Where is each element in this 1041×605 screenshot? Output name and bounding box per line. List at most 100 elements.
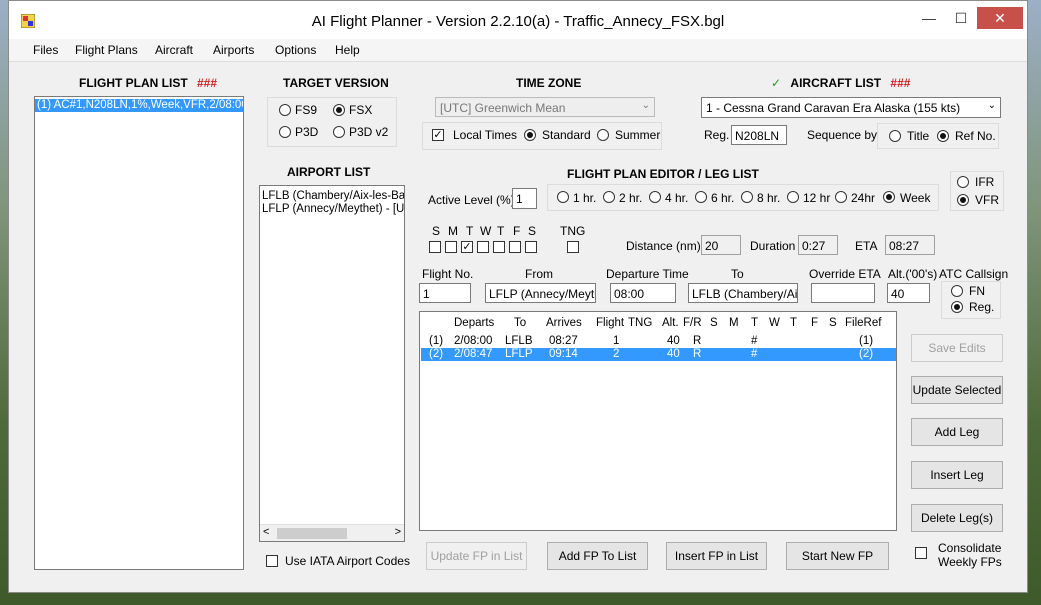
fs9-radio[interactable] bbox=[279, 104, 291, 116]
p3d-label: P3D bbox=[295, 125, 319, 139]
distance-label: Distance (nm) bbox=[626, 239, 701, 253]
day-tue-checkbox[interactable]: ✓ bbox=[461, 241, 473, 253]
insert-fp-button[interactable]: Insert FP in List bbox=[666, 542, 767, 570]
minimize-button[interactable]: — bbox=[913, 7, 945, 29]
tng-checkbox[interactable] bbox=[567, 241, 579, 253]
day-fri-checkbox[interactable] bbox=[509, 241, 521, 253]
day-label-m: M bbox=[448, 224, 458, 238]
interval-2hr-radio[interactable] bbox=[603, 191, 615, 203]
col-alt: Alt. bbox=[662, 317, 679, 329]
interval-1hr-radio[interactable] bbox=[557, 191, 569, 203]
flight-plan-item[interactable]: (1) AC#1,N208LN,1%,Week,VFR,2/08:00,LFLP… bbox=[35, 99, 243, 112]
consolidate-label-1: Consolidate bbox=[938, 541, 1002, 555]
maximize-button[interactable]: ☐ bbox=[945, 7, 977, 29]
airport-list[interactable]: LFLB (Chambery/Aix-les-Bains) LFLP (Anne… bbox=[259, 185, 405, 542]
interval-6hr-label: 6 hr. bbox=[711, 191, 735, 205]
update-fp-button[interactable]: Update FP in List bbox=[426, 542, 527, 570]
interval-12hr-radio[interactable] bbox=[787, 191, 799, 203]
flight-plan-list[interactable]: (1) AC#1,N208LN,1%,Week,VFR,2/08:00,LFLP… bbox=[34, 96, 244, 570]
day-thu-checkbox[interactable] bbox=[493, 241, 505, 253]
menu-options[interactable]: Options bbox=[275, 43, 316, 57]
to-input[interactable]: LFLB (Chambery/Aix-les-Bains) bbox=[688, 283, 798, 303]
override-eta-input[interactable] bbox=[811, 283, 875, 303]
local-times-checkbox[interactable]: ✓ bbox=[432, 129, 444, 141]
col-f: F bbox=[811, 317, 819, 329]
consolidate-checkbox[interactable] bbox=[915, 547, 927, 559]
interval-8hr-radio[interactable] bbox=[741, 191, 753, 203]
flight-no-input[interactable]: 1 bbox=[419, 283, 471, 303]
menu-flight-plans[interactable]: Flight Plans bbox=[75, 43, 138, 57]
day-sun-checkbox[interactable] bbox=[429, 241, 441, 253]
start-new-fp-button[interactable]: Start New FP bbox=[786, 542, 889, 570]
duration-value: 0:27 bbox=[798, 235, 838, 255]
title-bar[interactable]: AI Flight Planner - Version 2.2.10(a) - … bbox=[9, 1, 1027, 39]
delete-legs-button[interactable]: Delete Leg(s) bbox=[911, 504, 1003, 532]
menu-files[interactable]: Files bbox=[33, 43, 58, 57]
seq-title-radio[interactable] bbox=[889, 130, 901, 142]
scroll-left-icon[interactable]: < bbox=[263, 526, 269, 538]
seq-refno-label: Ref No. bbox=[955, 129, 996, 143]
interval-24hr-label: 24hr bbox=[851, 191, 876, 205]
airport-list-hscrollbar[interactable]: < > bbox=[260, 524, 404, 541]
airport-item-lflb[interactable]: LFLB (Chambery/Aix-les-Bains) bbox=[260, 190, 404, 203]
day-label-t2: T bbox=[497, 224, 505, 238]
active-level-label: Active Level (%) bbox=[428, 193, 515, 207]
standard-radio[interactable] bbox=[524, 129, 536, 141]
time-zone-select[interactable]: [UTC] Greenwich Mean ⌄ bbox=[435, 97, 655, 117]
interval-4hr-radio[interactable] bbox=[649, 191, 661, 203]
seq-refno-radio[interactable] bbox=[937, 130, 949, 142]
leg-list[interactable]: Departs To Arrives Flight TNG Alt. F/R S… bbox=[419, 311, 897, 531]
scroll-thumb[interactable] bbox=[277, 528, 347, 539]
atc-fn-radio[interactable] bbox=[951, 285, 963, 297]
aircraft-value: 1 - Cessna Grand Caravan Era Alaska (155… bbox=[706, 101, 961, 115]
distance-value: 20 bbox=[701, 235, 741, 255]
p3dv2-label: P3D v2 bbox=[349, 125, 389, 139]
p3d-radio[interactable] bbox=[279, 126, 291, 138]
interval-4hr-label: 4 hr. bbox=[665, 191, 689, 205]
leg-alt: 40 bbox=[667, 335, 680, 347]
col-m: M bbox=[729, 317, 739, 329]
seq-title-label: Title bbox=[907, 129, 930, 143]
aircraft-select[interactable]: 1 - Cessna Grand Caravan Era Alaska (155… bbox=[701, 97, 1001, 118]
scroll-right-icon[interactable]: > bbox=[395, 526, 401, 538]
day-mon-checkbox[interactable] bbox=[445, 241, 457, 253]
save-edits-button[interactable]: Save Edits bbox=[911, 334, 1003, 362]
local-times-label: Local Times bbox=[453, 128, 518, 142]
alt-input[interactable]: 40 bbox=[887, 283, 930, 303]
menu-airports[interactable]: Airports bbox=[213, 43, 254, 57]
vfr-radio[interactable] bbox=[957, 194, 969, 206]
add-leg-button[interactable]: Add Leg bbox=[911, 418, 1003, 446]
insert-leg-button[interactable]: Insert Leg bbox=[911, 461, 1003, 489]
interval-24hr-radio[interactable] bbox=[835, 191, 847, 203]
eta-label: ETA bbox=[855, 239, 878, 253]
add-fp-button[interactable]: Add FP To List bbox=[547, 542, 648, 570]
iata-checkbox[interactable] bbox=[266, 555, 278, 567]
day-wed-checkbox[interactable] bbox=[477, 241, 489, 253]
day-sat-checkbox[interactable] bbox=[525, 241, 537, 253]
close-button[interactable]: ✕ bbox=[977, 7, 1023, 29]
col-t1: T bbox=[751, 317, 759, 329]
atc-reg-radio[interactable] bbox=[951, 301, 963, 313]
airport-item-lflp[interactable]: LFLP (Annecy/Meythet) - [UTC] bbox=[260, 203, 404, 216]
reg-input[interactable]: N208LN bbox=[731, 125, 787, 145]
editor-title: FLIGHT PLAN EDITOR / LEG LIST bbox=[567, 167, 759, 181]
departure-input[interactable]: 08:00 bbox=[610, 283, 676, 303]
override-eta-label: Override ETA bbox=[809, 267, 881, 281]
leg-flight: 2 bbox=[613, 348, 620, 360]
from-input[interactable]: LFLP (Annecy/Meythet) bbox=[485, 283, 596, 303]
leg-row-1[interactable]: (1) 2/08:00 LFLB 08:27 1 40 R # (1) bbox=[421, 335, 896, 348]
leg-idx: (1) bbox=[429, 335, 444, 347]
update-selected-button[interactable]: Update Selected bbox=[911, 376, 1003, 404]
flight-plan-list-label: FLIGHT PLAN LIST bbox=[79, 76, 188, 90]
menu-aircraft[interactable]: Aircraft bbox=[155, 43, 193, 57]
eta-value: 08:27 bbox=[885, 235, 935, 255]
interval-week-radio[interactable] bbox=[883, 191, 895, 203]
active-level-input[interactable]: 1 bbox=[512, 188, 537, 209]
menu-help[interactable]: Help bbox=[335, 43, 360, 57]
interval-6hr-radio[interactable] bbox=[695, 191, 707, 203]
fsx-radio[interactable] bbox=[333, 104, 345, 116]
p3dv2-radio[interactable] bbox=[333, 126, 345, 138]
summer-radio[interactable] bbox=[597, 129, 609, 141]
leg-row-2[interactable]: (2) 2/08:47 LFLP 09:14 2 40 R # (2) bbox=[421, 348, 896, 361]
ifr-radio[interactable] bbox=[957, 176, 969, 188]
